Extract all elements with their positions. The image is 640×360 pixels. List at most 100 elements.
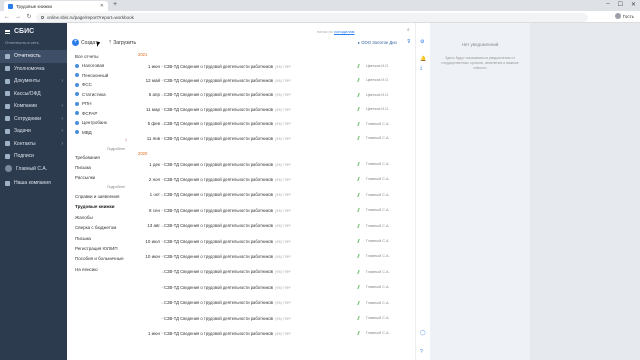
nav-item[interactable]: Регистрация ЮЛ/ИП [75, 246, 118, 251]
sidebar-item-10[interactable]: Наша компания [0, 177, 67, 190]
report-row[interactable]: 2 ноя ••• СЗВ-ТД Сведения о трудовой деяте… [133, 174, 415, 184]
notifications-text: Здесь будут показываться уведомления от … [441, 56, 519, 70]
upload-button[interactable]: ⤒ Загрузить [109, 40, 136, 46]
filter-icon[interactable]: ⊽ [407, 39, 411, 45]
reload-icon[interactable]: ↻ [26, 13, 32, 20]
sidebar-item-1[interactable]: Уполномочка [0, 63, 67, 76]
browser-tab[interactable]: Трудовые книжки ✕ [4, 1, 108, 11]
nav-all-reports[interactable]: Все отчеты [75, 54, 98, 59]
nav-item[interactable]: Трудовые книжки [75, 204, 115, 209]
report-author: Главный С.А. [366, 223, 390, 228]
contacts-icon [5, 141, 10, 147]
guest-profile[interactable]: Гость [614, 13, 634, 19]
report-row[interactable]: 1 июн ••• СЗВ-ТД Сведения о трудовой деяте… [133, 61, 415, 71]
new-tab-icon[interactable]: + [113, 1, 117, 8]
avatar-icon [5, 165, 12, 173]
nav-agency-item[interactable]: Статистика [75, 92, 106, 97]
sidebar-item-6[interactable]: Задачи › [0, 125, 67, 138]
maximize-icon[interactable]: ☐ [618, 1, 623, 8]
forward-icon[interactable]: → [15, 14, 21, 20]
close-tab-icon[interactable]: ✕ [100, 3, 104, 9]
report-author: Главный С.А. [366, 331, 390, 336]
upload-label: Загрузить [113, 40, 137, 46]
sidebar-item-5[interactable]: Сотрудники › [0, 113, 67, 126]
nav-agency-item[interactable]: ФСС [75, 82, 92, 87]
sidebar-item-2[interactable]: Документы › [0, 75, 67, 88]
browser-tab-bar: Трудовые книжки ✕ + – ☐ ✕ [0, 0, 640, 11]
report-date: 1 окт [149, 192, 160, 198]
report-author: Цветков И.О. [366, 107, 390, 112]
report-row[interactable]: 10 июл ••• СЗВ-ТД Сведения о трудовой деят… [133, 236, 415, 246]
nav-item[interactable]: Пособия и больничные [75, 256, 124, 261]
report-row[interactable]: 5 апр ••• СЗВ-ТД Сведения о трудовой деяте… [133, 90, 415, 100]
report-row[interactable]: 1 июн ••• СЗВ-ТД Сведения о трудовой деяте… [133, 328, 415, 338]
sidebar-item-3[interactable]: Кассы/ОФД [0, 88, 67, 101]
nav-agency-item[interactable]: Центробанк [75, 120, 107, 125]
nav-item[interactable]: Сверка с бюджетом [75, 225, 116, 230]
back-icon[interactable]: ← [4, 14, 10, 20]
nav-agency-item[interactable]: РПН [75, 101, 92, 106]
report-row[interactable]: 13 авг ••• СЗВ-ТД Сведения о трудовой деят… [133, 221, 415, 231]
window-controls: – ☐ ✕ [606, 1, 636, 8]
url-field[interactable]: online.sbis.ru/page/report?report=workbo… [36, 12, 588, 22]
report-row[interactable]: 5 фев ••• СЗВ-ТД Сведения о трудовой деяте… [133, 119, 415, 129]
bell-icon[interactable]: 🔔 [420, 56, 426, 62]
nav-item[interactable]: Жалобы [75, 215, 93, 220]
nav-item[interactable]: На пенсию [75, 267, 98, 272]
nav-more-link[interactable]: Подробнее [107, 185, 125, 189]
nav-more-link[interactable]: Подробнее [107, 147, 125, 151]
report-author: Главный С.А. [366, 136, 390, 140]
settings-gear-icon[interactable]: ⚙ [420, 39, 424, 45]
report-date: 2 ноя [148, 176, 160, 182]
nav-item[interactable]: Справки и заявления [75, 194, 119, 199]
report-categories-nav: Все отчеты Налоговая Пенсионный ФСС Статисти… [67, 48, 133, 360]
report-row[interactable]: 1 дек ••• СЗВ-ТД Сведения о трудовой деяте… [133, 159, 415, 169]
report-row[interactable]: 10 июн ••• СЗВ-ТД Сведения о трудовой деят… [133, 251, 415, 261]
reports-list: 2021 1 июн ••• СЗВ-ТД Сведения о трудовой д… [133, 48, 415, 360]
report-row[interactable]: 11 мар ••• СЗВ-ТД Сведения о трудовой деят… [133, 104, 415, 114]
report-row[interactable]: 1 окт ••• СЗВ-ТД Сведения о трудовой деяте… [133, 190, 415, 200]
report-row[interactable]: 11 янв ••• СЗВ-ТД Сведения о трудовой деят… [133, 133, 415, 143]
report-date: 11 мар [145, 106, 160, 112]
report-title: СЗВ-ТД Сведения о трудовой деятельности … [164, 176, 291, 182]
report-row[interactable]: ••• СЗВ-ТД Сведения о трудовой деятельнос… [133, 313, 415, 323]
sidebar-item-0[interactable]: Отчетность [0, 50, 67, 63]
report-author: Главный С.А. [366, 121, 390, 126]
report-row[interactable]: ••• СЗВ-ТД Сведения о трудовой деятельнос… [133, 282, 415, 292]
minimize-icon[interactable]: – [606, 1, 609, 8]
status-check-icon [357, 64, 364, 68]
chat-icon[interactable]: ◯ [420, 330, 426, 336]
sidebar-item-4[interactable]: Компании › [0, 100, 67, 113]
nav-item[interactable]: Рассылки [75, 175, 95, 180]
nav-item[interactable]: Письма [75, 236, 91, 241]
download-icon[interactable]: ⤓ [420, 65, 422, 71]
create-button[interactable]: + Создать [72, 39, 100, 46]
close-window-icon[interactable]: ✕ [631, 1, 636, 8]
company-selector[interactable]: Отчетность в сеть [5, 40, 39, 45]
menu-burger-icon[interactable] [5, 29, 10, 34]
nav-agency-item[interactable]: ФСРАР [75, 111, 97, 116]
nav-agency-item[interactable]: Пенсионный [75, 73, 108, 78]
status-check-icon [357, 136, 364, 140]
search-scope-link[interactable]: холодилам [334, 29, 354, 34]
report-row[interactable]: ••• СЗВ-ТД Сведения о трудовой деятельнос… [133, 298, 415, 308]
help-icon[interactable]: ? [420, 349, 423, 355]
app-logo[interactable]: СБИС [5, 28, 34, 35]
year-header: 2021 [138, 52, 148, 57]
organization-selector[interactable]: ▸ ООО Золотое Дно [358, 40, 397, 45]
sidebar-item-9[interactable]: Главный С.А. [0, 163, 67, 176]
nav-item[interactable]: Письма [75, 165, 91, 170]
sidebar-item-7[interactable]: Контакты › [0, 138, 67, 151]
agency-icon [75, 63, 79, 68]
report-row[interactable]: ••• СЗВ-ТД Сведения о трудовой деятельнос… [133, 267, 415, 277]
nav-item[interactable]: Требования [75, 155, 100, 160]
report-row[interactable]: 12 май ••• СЗВ-ТД Сведения о трудовой деят… [133, 75, 415, 85]
nav-agency-item[interactable]: Налоговая [75, 63, 104, 68]
report-row[interactable]: 8 сен ••• СЗВ-ТД Сведения о трудовой деяте… [133, 205, 415, 215]
report-date: 10 июл [145, 238, 160, 244]
nav-agency-item[interactable]: МВД [75, 130, 92, 135]
search-icon[interactable]: ⌕ [407, 27, 410, 33]
tasks-icon [5, 128, 10, 134]
sidebar-item-8[interactable]: Подписи [0, 150, 67, 163]
report-title: СЗВ-ТД Сведения о трудовой деятельности … [164, 207, 291, 213]
